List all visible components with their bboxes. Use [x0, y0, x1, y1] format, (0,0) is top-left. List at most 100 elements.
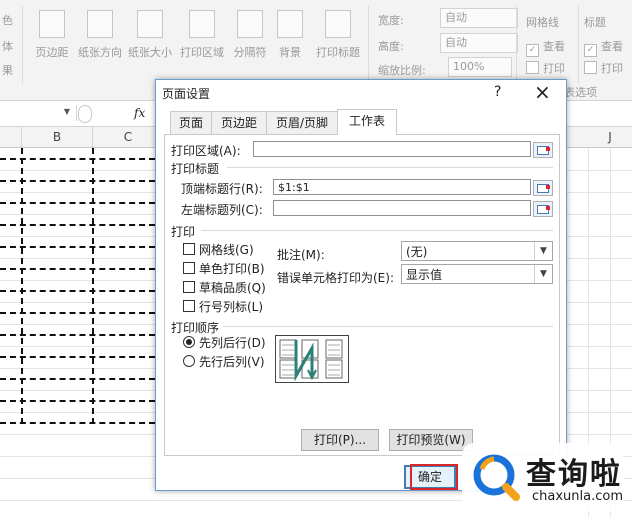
help-button[interactable]: ?	[494, 84, 501, 100]
page-break-line	[0, 202, 155, 204]
page-break-line	[0, 356, 155, 358]
down-then-over-label: 先列后行(D)	[199, 336, 266, 350]
page-break-line	[0, 334, 155, 336]
collapse-dialog-icon[interactable]	[533, 201, 553, 217]
watermark-brand: 查询啦	[526, 457, 622, 492]
print-preview-button[interactable]: 打印预览(W)	[389, 429, 473, 451]
headings-print-checkbox[interactable]: 打印	[584, 60, 623, 76]
search-logo-icon	[473, 454, 520, 501]
errors-label: 错误单元格打印为(E):	[277, 271, 394, 285]
tab-header-footer[interactable]: 页眉/页脚	[266, 111, 338, 134]
ribbon-separator	[578, 6, 579, 84]
rows-repeat-input[interactable]: $1:$1	[273, 179, 531, 195]
print-titles-icon	[325, 10, 351, 38]
watermark-url: chaxunla.com	[532, 489, 623, 504]
errors-dropdown[interactable]: 显示值 ▼	[401, 264, 553, 284]
column-header-b[interactable]: B	[22, 127, 93, 147]
page-break-line	[0, 400, 155, 402]
collapse-dialog-icon[interactable]	[533, 180, 553, 196]
draft-label: 草稿品质(Q)	[199, 281, 266, 295]
column-header-c[interactable]: C	[93, 127, 164, 147]
ribbon-separator	[516, 6, 517, 84]
close-icon[interactable]: ×	[534, 80, 551, 104]
group-separator	[223, 326, 553, 327]
ribbon-separator	[22, 6, 23, 84]
cols-repeat-input[interactable]	[273, 200, 531, 216]
scale-input[interactable]: 100%	[448, 57, 512, 77]
margins-button[interactable]: 页边距	[30, 6, 74, 66]
page-break-line	[0, 180, 155, 182]
dialog-titlebar[interactable]: 页面设置 ? ×	[156, 80, 566, 104]
gridlines-label: 网格线(G)	[199, 243, 254, 257]
chevron-down-icon: ▼	[534, 265, 552, 283]
comments-dropdown[interactable]: (无) ▼	[401, 241, 553, 261]
background-label: 背景	[279, 46, 301, 59]
orientation-label: 纸张方向	[78, 46, 122, 59]
chevron-down-icon: ▼	[534, 242, 552, 260]
checkbox-box	[584, 61, 597, 74]
checkbox-box	[526, 61, 539, 74]
orientation-button[interactable]: 纸张方向	[78, 6, 122, 66]
check-icon: ✓	[584, 44, 597, 57]
page-break-line	[0, 268, 155, 270]
breaks-button[interactable]: 分隔符	[228, 6, 272, 66]
mono-checkbox[interactable]	[183, 262, 195, 274]
gridlines-group-label: 网格线	[526, 16, 559, 29]
orientation-icon	[87, 10, 113, 38]
rows-repeat-label: 顶端标题行(R):	[181, 182, 263, 196]
tab-sheet[interactable]: 工作表	[337, 109, 397, 135]
gridlines-print-checkbox[interactable]: 打印	[526, 60, 565, 76]
breaks-icon	[237, 10, 263, 38]
size-icon	[137, 10, 163, 38]
watermark: 查询啦 chaxunla.com	[462, 435, 632, 517]
tab-page[interactable]: 页面	[170, 111, 212, 134]
page-break-line	[0, 290, 155, 292]
name-box[interactable]: ▼	[0, 105, 77, 121]
width-dropdown[interactable]: 自动	[440, 8, 518, 28]
width-label: 宽度:	[378, 14, 404, 27]
height-dropdown[interactable]: 自动	[440, 33, 518, 53]
page-break-line	[0, 224, 155, 226]
page-break-line	[0, 246, 155, 248]
print-button[interactable]: 打印(P)...	[301, 429, 379, 451]
gridlines-view-checkbox[interactable]: ✓ 查看	[526, 38, 565, 57]
sheet-options-label: 表选项	[564, 86, 597, 99]
page-break-line	[0, 378, 155, 380]
picture-icon	[277, 10, 303, 38]
formula-bar-handle[interactable]	[78, 105, 92, 123]
gridlines-checkbox[interactable]	[183, 243, 195, 255]
errors-value: 显示值	[406, 268, 443, 282]
size-label: 纸张大小	[128, 46, 172, 59]
headings-checkbox[interactable]	[183, 300, 195, 312]
down-then-over-radio[interactable]	[183, 336, 195, 348]
headings-view-checkbox[interactable]: ✓ 查看	[584, 38, 623, 57]
comments-value: (无)	[406, 245, 428, 259]
ribbon-partial-label: 色	[2, 14, 13, 27]
draft-checkbox[interactable]	[183, 281, 195, 293]
print-section-heading: 打印	[171, 225, 196, 239]
print-titles-heading: 打印标题	[171, 162, 220, 176]
page-break-line	[0, 158, 155, 160]
mono-label: 单色打印(B)	[199, 262, 265, 276]
tab-margins[interactable]: 页边距	[211, 111, 267, 134]
page-break-line	[0, 422, 155, 424]
ribbon-partial-label: 体	[2, 40, 13, 53]
background-button[interactable]: 背景	[268, 6, 312, 66]
over-then-down-radio[interactable]	[183, 355, 195, 367]
row-col-corner[interactable]	[0, 127, 22, 147]
margins-icon	[39, 10, 65, 38]
dialog-title: 页面设置	[162, 87, 211, 101]
print-titles-button[interactable]: 打印标题	[316, 6, 360, 66]
collapse-dialog-icon[interactable]	[533, 142, 553, 158]
cols-repeat-label: 左端标题列(C):	[181, 203, 263, 217]
print-area-input[interactable]	[253, 141, 531, 157]
page-break-line	[21, 148, 23, 424]
fx-icon[interactable]: fx	[134, 106, 145, 120]
size-button[interactable]: 纸张大小	[128, 6, 172, 66]
group-separator	[201, 230, 553, 231]
over-then-down-label: 先行后列(V)	[199, 355, 265, 369]
chevron-down-icon: ▼	[63, 107, 70, 116]
comments-label: 批注(M):	[277, 248, 325, 262]
column-header-j[interactable]: J	[588, 127, 632, 147]
print-area-button[interactable]: 打印区域	[180, 6, 224, 66]
